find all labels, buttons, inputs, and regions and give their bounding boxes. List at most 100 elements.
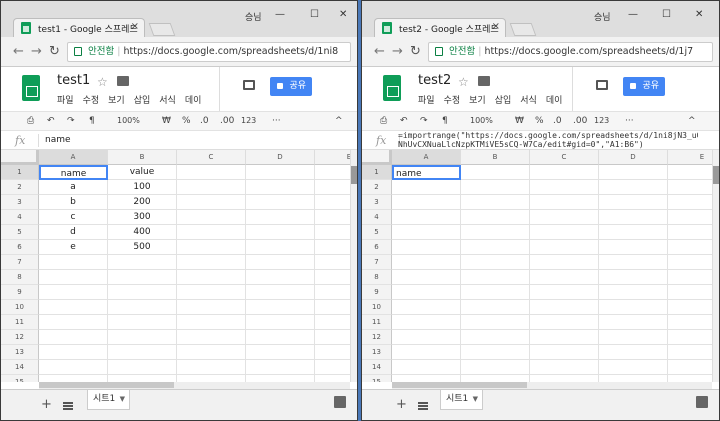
cell[interactable] — [530, 240, 599, 255]
cell[interactable] — [392, 375, 461, 382]
cell[interactable]: 200 — [108, 195, 177, 210]
row-header[interactable]: 2 — [362, 180, 392, 195]
cell[interactable] — [461, 375, 530, 382]
menu-view[interactable]: 보기 — [469, 96, 486, 106]
cell[interactable] — [177, 270, 246, 285]
row-header[interactable]: 5 — [1, 225, 39, 240]
row-header[interactable]: 15 — [1, 375, 39, 382]
column-header[interactable]: C — [177, 150, 246, 165]
back-icon[interactable]: ← — [374, 44, 385, 59]
cell[interactable] — [392, 285, 461, 300]
scroll-thumb[interactable] — [39, 382, 174, 388]
undo-icon[interactable]: ↶ — [400, 116, 408, 126]
cell[interactable] — [461, 270, 530, 285]
undo-icon[interactable]: ↶ — [47, 116, 55, 126]
cell[interactable] — [246, 240, 315, 255]
cell[interactable] — [530, 165, 599, 180]
close-window-icon[interactable]: ✕ — [695, 9, 703, 20]
sheets-icon[interactable] — [383, 75, 401, 101]
decrease-decimal-button[interactable]: .0 — [553, 116, 562, 126]
row-header[interactable]: 8 — [362, 270, 392, 285]
row-header[interactable]: 3 — [362, 195, 392, 210]
folder-icon[interactable] — [478, 76, 490, 86]
vertical-scrollbar[interactable] — [350, 150, 357, 382]
cell[interactable] — [177, 360, 246, 375]
cell[interactable] — [39, 330, 108, 345]
forward-icon[interactable]: → — [31, 44, 42, 59]
cell[interactable] — [108, 270, 177, 285]
cell[interactable] — [392, 345, 461, 360]
cell[interactable] — [246, 315, 315, 330]
cell[interactable] — [246, 165, 315, 180]
cell[interactable] — [108, 375, 177, 382]
increase-decimal-button[interactable]: .00 — [573, 116, 587, 126]
close-tab-icon[interactable]: × — [492, 21, 500, 32]
cell[interactable] — [177, 345, 246, 360]
cell[interactable] — [392, 240, 461, 255]
cell[interactable]: name — [39, 165, 108, 180]
cell[interactable]: a — [39, 180, 108, 195]
cell[interactable]: d — [39, 225, 108, 240]
sheet-list-icon[interactable] — [418, 402, 428, 410]
cell[interactable] — [246, 255, 315, 270]
row-header[interactable]: 13 — [362, 345, 392, 360]
row-header[interactable]: 6 — [362, 240, 392, 255]
cell[interactable] — [461, 180, 530, 195]
column-header[interactable]: D — [599, 150, 668, 165]
cell[interactable] — [246, 225, 315, 240]
cell[interactable] — [108, 345, 177, 360]
cell[interactable] — [246, 195, 315, 210]
row-header[interactable]: 12 — [1, 330, 39, 345]
more-button[interactable]: ··· — [625, 116, 634, 126]
cell[interactable] — [392, 360, 461, 375]
share-button[interactable]: 공유 — [623, 77, 665, 96]
cell[interactable] — [39, 285, 108, 300]
cell[interactable] — [461, 345, 530, 360]
cell[interactable]: 300 — [108, 210, 177, 225]
cell[interactable] — [177, 330, 246, 345]
row-header[interactable]: 9 — [1, 285, 39, 300]
cell[interactable] — [246, 210, 315, 225]
add-sheet-icon[interactable]: + — [396, 397, 407, 412]
cell[interactable] — [177, 285, 246, 300]
cell[interactable] — [246, 345, 315, 360]
cell[interactable]: b — [39, 195, 108, 210]
profile-name[interactable]: 승님 — [594, 10, 611, 23]
cell[interactable] — [530, 255, 599, 270]
cell[interactable] — [392, 255, 461, 270]
cell[interactable] — [177, 180, 246, 195]
cell[interactable] — [39, 255, 108, 270]
scroll-thumb[interactable] — [713, 166, 719, 184]
menu-edit[interactable]: 수정 — [444, 96, 461, 106]
cell[interactable] — [108, 285, 177, 300]
scroll-thumb[interactable] — [392, 382, 527, 388]
cell[interactable] — [530, 285, 599, 300]
currency-button[interactable]: ₩ — [515, 116, 524, 126]
cell[interactable] — [177, 375, 246, 382]
redo-icon[interactable]: ↷ — [420, 116, 428, 126]
cell[interactable] — [599, 195, 668, 210]
menu-format[interactable]: 서식 — [159, 96, 176, 106]
column-header[interactable]: B — [461, 150, 530, 165]
number-format-button[interactable]: 123 — [241, 116, 256, 125]
cell[interactable] — [177, 240, 246, 255]
row-header[interactable]: 12 — [362, 330, 392, 345]
row-header[interactable]: 15 — [362, 375, 392, 382]
sheet-grid[interactable]: A B C D E 1 name 2 3 4 5 6 7 8 9 10 11 12 13 14 15 — [362, 150, 719, 382]
column-header[interactable]: D — [246, 150, 315, 165]
address-bar[interactable]: 안전함 | https://docs.google.com/spreadshee… — [67, 42, 351, 62]
cell[interactable] — [530, 345, 599, 360]
decrease-decimal-button[interactable]: .0 — [200, 116, 209, 126]
explore-icon[interactable] — [696, 396, 708, 408]
vertical-scrollbar[interactable] — [712, 150, 719, 382]
cell[interactable] — [461, 225, 530, 240]
paint-format-icon[interactable]: ¶ — [89, 116, 95, 126]
currency-button[interactable]: ₩ — [162, 116, 171, 126]
cell[interactable] — [177, 210, 246, 225]
column-header[interactable]: A — [392, 150, 461, 165]
dropdown-icon[interactable]: ▼ — [473, 390, 478, 408]
horizontal-scrollbar[interactable] — [39, 382, 350, 389]
menu-data[interactable]: 데이 — [546, 96, 563, 106]
close-window-icon[interactable]: ✕ — [339, 9, 347, 20]
row-header[interactable]: 5 — [362, 225, 392, 240]
